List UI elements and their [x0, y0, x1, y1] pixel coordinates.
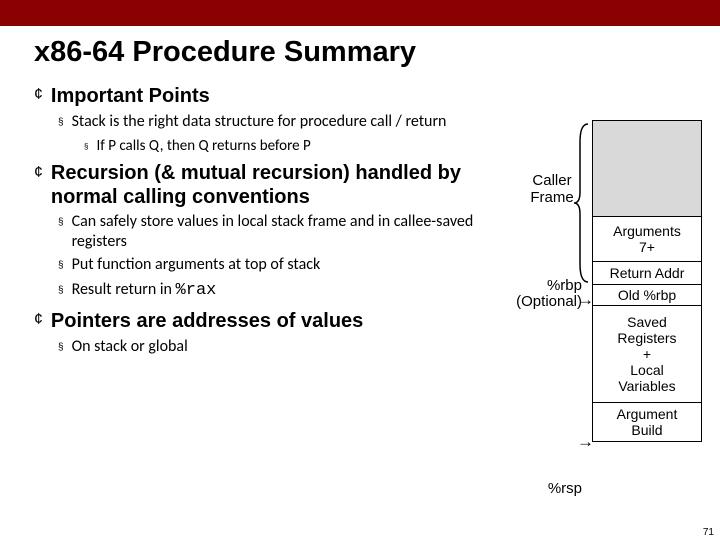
bullet-icon: ¢ — [34, 308, 43, 332]
bullet-icon: ¢ — [34, 83, 43, 107]
slide: x86-64 Procedure Summary ¢ Important Poi… — [0, 0, 720, 540]
old-rbp-cell: Old %rbp — [592, 284, 702, 306]
caller-frame-cell — [592, 120, 702, 216]
section-heading: ¢ Recursion (& mutual recursion) handled… — [34, 161, 520, 209]
top-bar — [0, 0, 720, 26]
sub-bullet: § Can safely store values in local stack… — [58, 212, 520, 252]
return-addr-cell: Return Addr — [592, 262, 702, 284]
square-icon: § — [58, 337, 64, 359]
slide-title: x86-64 Procedure Summary — [0, 26, 720, 83]
arrow-icon: → — [577, 432, 594, 452]
section-heading: ¢ Pointers are addresses of values — [34, 308, 520, 334]
sub-sub-bullet: § If P calls Q, then Q returns before P — [84, 137, 520, 157]
bullet-text: Put function arguments at top of stack — [72, 255, 321, 275]
bullet-text: Stack is the right data structure for pr… — [72, 112, 447, 132]
rsp-label: %rsp — [522, 480, 582, 497]
square-icon: § — [58, 212, 64, 234]
square-icon: § — [58, 112, 64, 134]
bullet-icon: ¢ — [34, 161, 43, 185]
sub-bullet: § On stack or global — [58, 337, 520, 359]
rbp-label: %rbp (Optional) — [512, 278, 582, 310]
saved-registers-cell: Saved Registers + Local Variables — [592, 306, 702, 402]
bullet-text: If P calls Q, then Q returns before P — [96, 137, 310, 156]
stack-diagram: Arguments 7+ Return Addr Old %rbp Saved … — [592, 120, 702, 442]
sub-bullet: § Stack is the right data structure for … — [58, 112, 520, 134]
page-number: 71 — [703, 527, 714, 538]
bullet-text: On stack or global — [72, 337, 188, 357]
argument-build-cell: Argument Build — [592, 402, 702, 442]
heading-text: Recursion (& mutual recursion) handled b… — [51, 161, 520, 209]
sub-bullet: § Put function arguments at top of stack — [58, 255, 520, 277]
arguments-cell: Arguments 7+ — [592, 216, 702, 262]
arrow-icon: → — [577, 290, 594, 310]
square-icon: § — [58, 280, 64, 302]
sub-bullet: § Result return in %rax — [58, 280, 520, 302]
square-sub-icon: § — [84, 137, 88, 157]
bullet-text: Can safely store values in local stack f… — [72, 212, 520, 252]
square-icon: § — [58, 255, 64, 277]
code-text: %rax — [176, 281, 217, 300]
bullet-text: Result return in %rax — [72, 280, 217, 301]
heading-text: Pointers are addresses of values — [51, 308, 363, 334]
caller-frame-label: Caller Frame — [522, 172, 582, 206]
bullet-pre: Result return in — [72, 280, 176, 299]
section-heading: ¢ Important Points — [34, 83, 520, 109]
heading-text: Important Points — [51, 83, 210, 109]
